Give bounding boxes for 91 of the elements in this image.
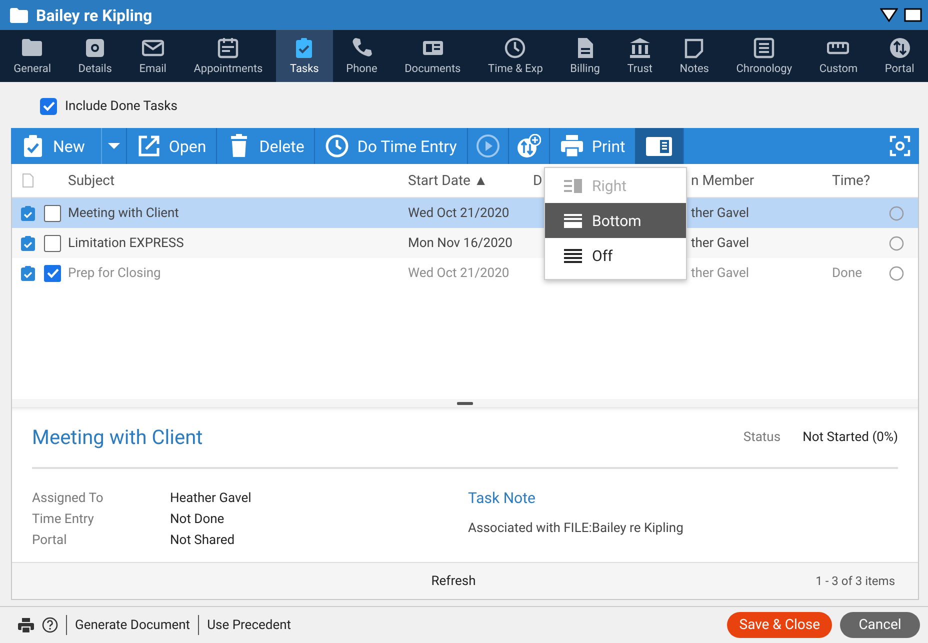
nav-tab[interactable]: Phone: [332, 30, 391, 82]
table-cell-text: Limitation EXPRESS: [68, 236, 185, 250]
folder-icon: [10, 8, 28, 22]
help-button[interactable]: [42, 617, 58, 633]
printer-icon: [18, 618, 34, 632]
clipboard-check-icon: [21, 134, 45, 158]
table-cell-text: ther Gavel: [691, 236, 750, 250]
nav-tab[interactable]: Details: [64, 30, 126, 82]
nav-tab[interactable]: Portal: [871, 30, 928, 82]
nav-tab[interactable]: Documents: [390, 30, 474, 82]
task-icon: [21, 236, 35, 250]
splitter-handle[interactable]: [457, 402, 473, 404]
column-header[interactable]: Time?: [832, 172, 884, 188]
list-icon: [753, 37, 776, 59]
field-value: Not Done: [170, 512, 226, 527]
print-button[interactable]: Print: [550, 128, 636, 164]
column-header[interactable]: Subject: [68, 172, 408, 188]
print-button[interactable]: [18, 618, 34, 632]
external-link-icon: [136, 134, 161, 158]
layout-button[interactable]: [635, 128, 684, 164]
checkbox-label: Include Done Tasks: [65, 98, 178, 114]
nav-tab[interactable]: Billing: [556, 30, 614, 82]
focus-icon: [889, 135, 911, 157]
field-value: Not Started (0%): [802, 430, 898, 444]
note-text: Associated with FILE:Bailey re Kipling: [468, 521, 684, 536]
panel-right-icon: [564, 178, 582, 192]
link[interactable]: Generate Document: [75, 618, 190, 632]
sort-add-icon: [516, 134, 541, 158]
clock-icon: [325, 134, 350, 158]
task-title: Meeting with Client: [32, 425, 203, 449]
page-icon: [22, 173, 34, 188]
window-title: Bailey re Kipling: [36, 6, 152, 24]
circle-icon: [888, 236, 904, 250]
save-button[interactable]: Save & Close: [727, 612, 832, 638]
task-icon: [21, 206, 35, 220]
note-heading: Task Note: [468, 489, 536, 507]
nav-tab[interactable]: General: [0, 30, 65, 82]
refresh-link[interactable]: Refresh: [431, 574, 476, 588]
nav-tab[interactable]: Tasks: [276, 30, 332, 82]
caret-icon: [108, 143, 120, 149]
nav-tab[interactable]: Notes: [666, 30, 723, 82]
link[interactable]: Use Precedent: [207, 618, 292, 632]
column-header[interactable]: Start Date ▲: [408, 172, 533, 189]
item-count: 1 - 3 of 3 items: [816, 574, 896, 588]
task-icon: [21, 266, 35, 280]
help-icon: [42, 617, 58, 633]
nav-tab[interactable]: Trust: [614, 30, 666, 82]
field-value: Heather Gavel: [170, 491, 252, 506]
nav-tab[interactable]: Appointments: [180, 30, 276, 82]
phone-icon: [350, 37, 373, 59]
nav-tab[interactable]: Chronology: [722, 30, 806, 82]
sticky-note-icon: [683, 37, 706, 59]
circle-icon: [888, 206, 904, 220]
field-label: Assigned To: [32, 491, 104, 506]
lines-icon: [564, 248, 582, 262]
table-cell-text: Wed Oct 21/2020: [408, 266, 510, 280]
triangle-icon: [880, 8, 898, 22]
done-checkbox[interactable]: [44, 234, 61, 252]
printer-icon: [560, 134, 584, 158]
panel-layout-icon: [645, 134, 674, 158]
field-value: Not Shared: [170, 533, 236, 548]
table-cell-text: Meeting with Client: [68, 206, 180, 220]
field-label: Status: [743, 430, 781, 444]
column-header[interactable]: n Member: [691, 172, 832, 188]
field-label: Portal: [32, 533, 68, 548]
table-cell-text: Wed Oct 21/2020: [408, 206, 510, 220]
panel-bottom-icon: [564, 214, 582, 228]
nav-tab[interactable]: Time & Exp: [474, 30, 557, 82]
circle-icon: [888, 266, 904, 280]
table-cell-text: ther Gavel: [691, 206, 750, 220]
nav-tab[interactable]: Email: [126, 30, 180, 82]
table-cell-text: Prep for Closing: [68, 266, 162, 280]
play-icon: [476, 134, 500, 158]
table-cell-text: Done: [832, 266, 864, 280]
cancel-button[interactable]: Cancel: [840, 612, 920, 638]
done-checkbox[interactable]: [44, 204, 61, 222]
arrows-circle-icon: [888, 37, 911, 59]
done-checkbox[interactable]: [44, 264, 61, 282]
checkbox[interactable]: [40, 98, 57, 114]
field-label: Time Entry: [32, 512, 95, 527]
menu-item[interactable]: Bottom: [545, 203, 686, 238]
table-cell-text: Mon Nov 16/2020: [408, 236, 514, 250]
folder-icon: [21, 37, 44, 59]
gear-icon: [84, 37, 106, 59]
table-cell-text: ther Gavel: [691, 266, 750, 280]
maximize-icon: [904, 8, 922, 22]
envelope-icon: [142, 37, 164, 59]
bank-icon: [628, 37, 651, 59]
clock-icon: [504, 37, 526, 59]
calendar-icon: [217, 37, 240, 59]
nav-tab[interactable]: Custom: [806, 30, 872, 82]
